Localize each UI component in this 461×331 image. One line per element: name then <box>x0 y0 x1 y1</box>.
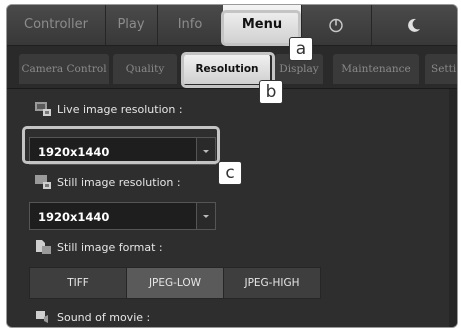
power-icon <box>329 18 343 32</box>
settings-panel: Live image resolution : 1920x1440 Still … <box>7 89 457 327</box>
live-resolution-text: Live image resolution : <box>57 102 183 116</box>
tab-settings-truncated[interactable]: Setti <box>425 54 457 84</box>
tab-play[interactable]: Play <box>105 5 158 45</box>
tab-camera-control[interactable]: Camera Control <box>19 54 109 84</box>
sound-icon <box>34 309 52 325</box>
callout-c-label: c <box>218 161 242 185</box>
live-resolution-label: Live image resolution : <box>34 101 183 117</box>
file-format-icon <box>34 239 52 255</box>
still-resolution-select[interactable]: 1920x1440 <box>29 202 216 230</box>
still-format-label: Still image format : <box>34 239 163 255</box>
still-format-text: Still image format : <box>57 240 163 254</box>
tab-maintenance[interactable]: Maintenance <box>333 54 419 84</box>
tab-controller[interactable]: Controller <box>7 5 106 45</box>
live-image-icon <box>34 101 52 117</box>
callout-a-label: a <box>289 37 313 61</box>
moon-icon <box>408 18 420 32</box>
sleep-button[interactable] <box>371 5 457 45</box>
sound-movie-label: Sound of movie : <box>34 309 150 325</box>
format-jpeg-high-button[interactable]: JPEG-HIGH <box>223 267 321 299</box>
still-resolution-value: 1920x1440 <box>38 210 110 224</box>
callout-b-label: b <box>259 80 283 104</box>
still-resolution-label: Still image resolution : <box>34 174 181 190</box>
still-resolution-text: Still image resolution : <box>57 175 181 189</box>
format-jpeg-low-button[interactable]: JPEG-LOW <box>126 267 224 299</box>
tab-info[interactable]: Info <box>157 5 224 45</box>
callout-c-frame <box>22 126 220 164</box>
still-image-icon <box>34 174 52 190</box>
scrollbar[interactable] <box>449 89 457 327</box>
chevron-down-icon[interactable] <box>196 203 215 229</box>
format-tiff-button[interactable]: TIFF <box>29 267 127 299</box>
tab-quality[interactable]: Quality <box>113 54 177 84</box>
sound-movie-text: Sound of movie : <box>57 310 151 324</box>
